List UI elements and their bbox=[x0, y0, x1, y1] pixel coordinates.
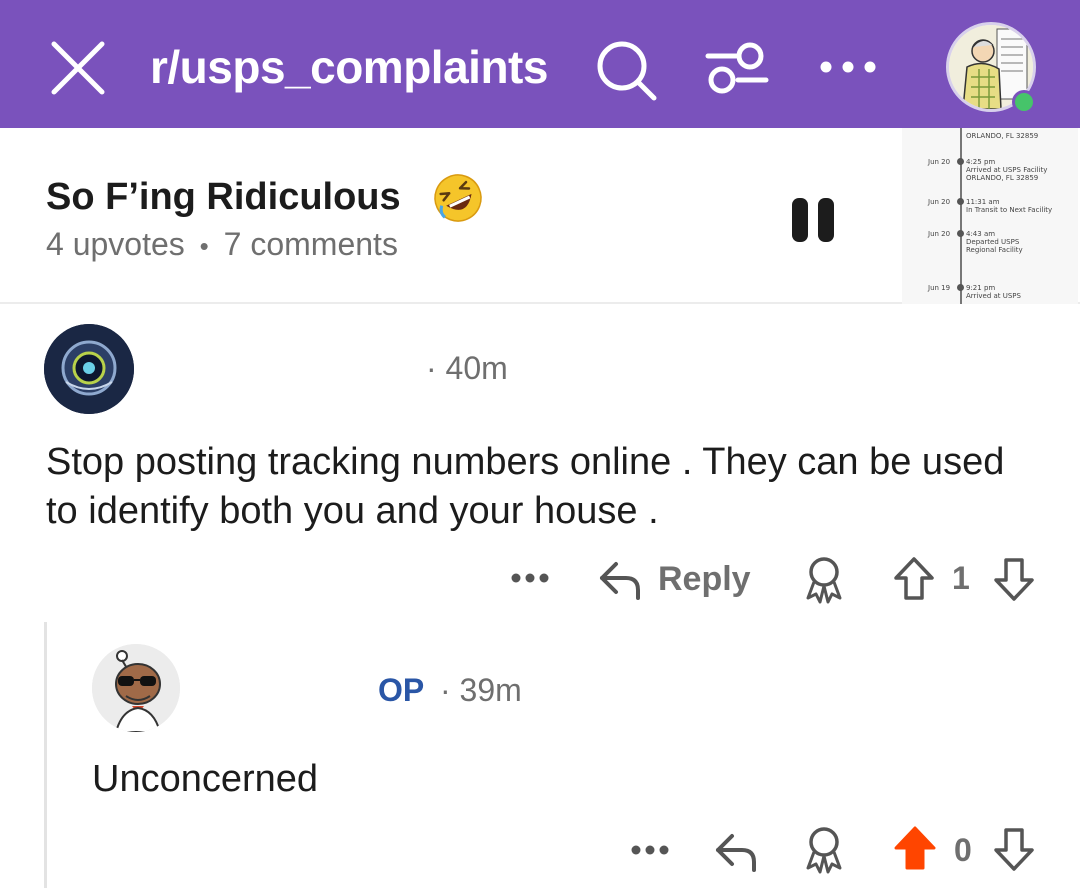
event-line1: Arrived at USPS bbox=[966, 292, 1021, 300]
award-icon[interactable] bbox=[802, 826, 846, 874]
event-line1: Departed USPS bbox=[966, 238, 1020, 246]
timeline-dot bbox=[957, 198, 964, 205]
event-line1: Arrived at USPS Facility bbox=[966, 166, 1048, 174]
post-title[interactable]: So F’ing Ridiculous bbox=[46, 176, 401, 219]
event-line2: Regional Facility bbox=[966, 246, 1023, 254]
event-time: 11:31 am bbox=[966, 198, 1000, 206]
event-line2: ORLANDO, FL 32859 bbox=[966, 174, 1039, 182]
op-avatar[interactable] bbox=[92, 644, 180, 732]
thumb-top-text: ORLANDO, FL 32859 bbox=[966, 132, 1039, 140]
comment-body: Unconcerned bbox=[92, 758, 319, 800]
event-line1: In Transit to Next Facility bbox=[966, 206, 1053, 214]
op-badge: OP bbox=[378, 672, 425, 708]
post-thumbnail[interactable]: ORLANDO, FL 32859 Jun 20 4:25 pm Arrived… bbox=[902, 128, 1078, 304]
event-time: 4:43 am bbox=[966, 230, 996, 238]
vote-score: 1 bbox=[952, 560, 970, 596]
online-status-dot bbox=[1012, 90, 1036, 114]
vote-score: 0 bbox=[954, 832, 972, 868]
upvote-icon[interactable] bbox=[892, 556, 936, 602]
post-stats: 4 upvotes • 7 comments bbox=[46, 226, 398, 263]
thread-line[interactable] bbox=[44, 622, 47, 888]
comment-count[interactable]: 7 comments bbox=[224, 226, 398, 262]
award-icon[interactable] bbox=[802, 556, 846, 604]
commenter-avatar[interactable] bbox=[44, 324, 134, 414]
close-icon[interactable] bbox=[50, 40, 106, 96]
pause-icon[interactable] bbox=[790, 198, 838, 242]
event-date: Jun 20 bbox=[928, 158, 951, 166]
event-date: Jun 19 bbox=[928, 284, 951, 292]
event-date: Jun 20 bbox=[928, 198, 951, 206]
timeline-line bbox=[960, 128, 962, 304]
upvote-icon-active[interactable] bbox=[892, 826, 938, 872]
more-options-icon[interactable] bbox=[818, 52, 878, 82]
timeline-dot bbox=[957, 158, 964, 165]
reply-icon[interactable] bbox=[596, 558, 644, 602]
event-time: 9:21 pm bbox=[966, 284, 996, 292]
downvote-icon[interactable] bbox=[992, 556, 1036, 602]
timeline-dot bbox=[957, 284, 964, 291]
reply-button[interactable]: Reply bbox=[658, 560, 751, 599]
upvote-count: 4 upvotes bbox=[46, 226, 185, 262]
more-options-icon[interactable] bbox=[630, 842, 670, 858]
top-bar: r/usps_complaints bbox=[0, 0, 1080, 128]
search-icon[interactable] bbox=[594, 38, 658, 102]
comment-timestamp: · 40m bbox=[426, 350, 508, 386]
meta-separator: • bbox=[199, 231, 209, 261]
timeline-dot bbox=[957, 230, 964, 237]
event-time: 4:25 pm bbox=[966, 158, 996, 166]
comment-timestamp: · 39m bbox=[440, 672, 522, 708]
downvote-icon[interactable] bbox=[992, 826, 1036, 872]
subreddit-name[interactable]: r/usps_complaints bbox=[150, 40, 548, 94]
reply-icon[interactable] bbox=[712, 830, 760, 874]
filter-icon[interactable] bbox=[704, 40, 770, 96]
event-date: Jun 20 bbox=[928, 230, 951, 238]
more-options-icon[interactable] bbox=[510, 570, 550, 586]
rolling-laughing-emoji-icon bbox=[432, 172, 484, 224]
comment-body: Stop posting tracking numbers online . T… bbox=[46, 441, 1005, 532]
